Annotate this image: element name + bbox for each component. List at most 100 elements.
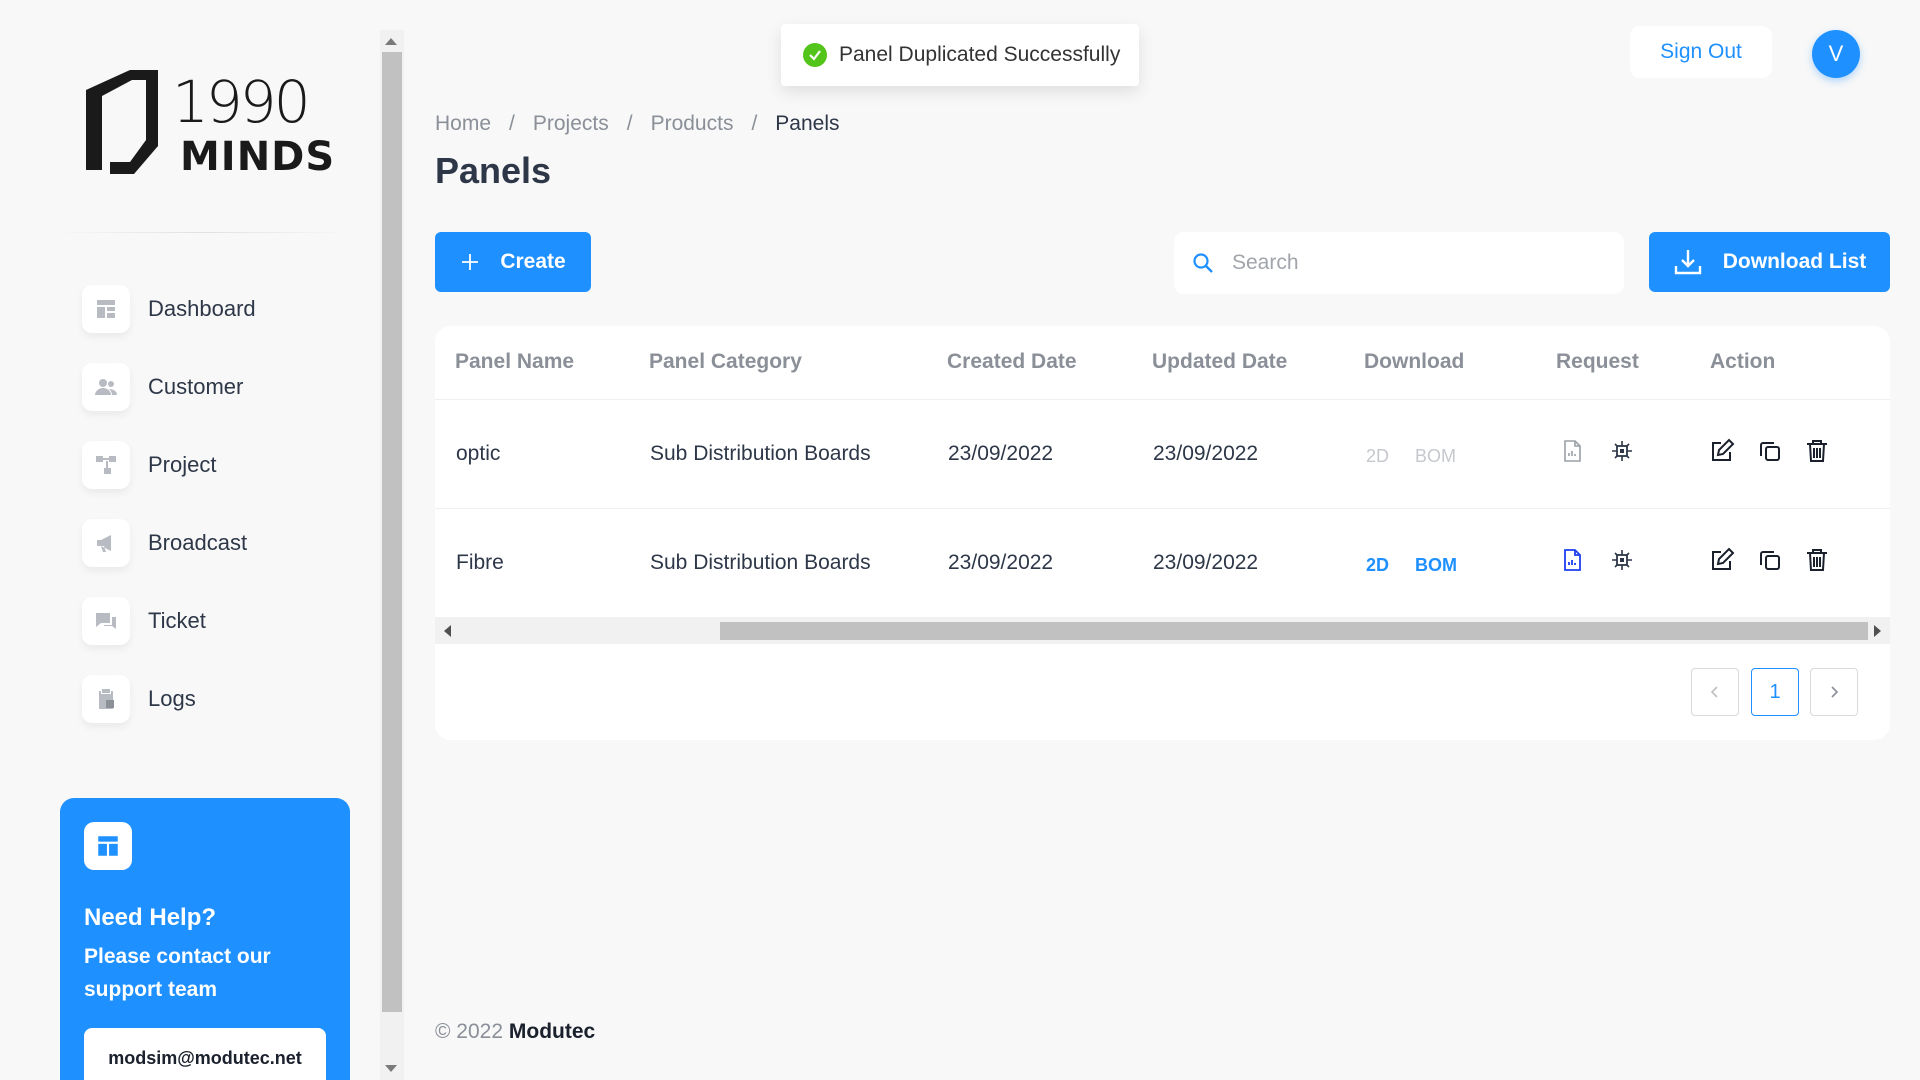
logo-text-1990: 1990	[172, 70, 308, 136]
column-header-action: Action	[1710, 350, 1776, 373]
brand-logo[interactable]: 1990 MINDS	[74, 70, 334, 180]
footer: © 2022 Modutec	[435, 1020, 595, 1044]
request-document-icon[interactable]	[1559, 547, 1585, 573]
column-header-panel-category[interactable]: Panel Category	[649, 350, 802, 374]
edit-icon[interactable]	[1709, 547, 1735, 573]
table-header: Panel Name Panel Category Created Date U…	[435, 326, 1890, 400]
sidebar: 1990 MINDS Dashboard Customer Project Br…	[0, 0, 380, 1080]
chevron-right-icon	[1831, 686, 1839, 698]
breadcrumb-separator: /	[751, 112, 758, 135]
sidebar-nav: Dashboard Customer Project Broadcast Tic…	[82, 270, 362, 738]
breadcrumb-separator: /	[626, 112, 633, 135]
scroll-right-arrow-icon[interactable]	[1874, 625, 1881, 637]
cell-created-date: 23/09/2022	[948, 442, 1054, 465]
scrollbar-thumb[interactable]	[720, 622, 1868, 640]
sidebar-item-customer[interactable]: Customer	[82, 348, 362, 426]
users-icon	[82, 363, 130, 411]
sidebar-scrollbar[interactable]	[380, 30, 404, 1080]
check-circle-icon	[803, 43, 827, 67]
edit-icon[interactable]	[1709, 438, 1735, 464]
sidebar-item-label: Customer	[148, 374, 244, 399]
download-bom-link: BOM	[1415, 446, 1457, 466]
sidebar-divider	[54, 232, 350, 233]
download-list-label: Download List	[1722, 250, 1867, 273]
column-header-updated-date[interactable]: Updated Date	[1152, 350, 1287, 374]
search-input[interactable]	[1232, 251, 1592, 275]
request-document-icon[interactable]	[1559, 438, 1585, 464]
sidebar-item-label: Ticket	[148, 608, 206, 633]
footer-company: Modutec	[508, 1020, 596, 1043]
cell-panel-category: Sub Distribution Boards	[650, 551, 871, 574]
sidebar-item-label: Broadcast	[148, 530, 248, 555]
breadcrumb-home[interactable]: Home	[435, 112, 491, 136]
sidebar-item-logs[interactable]: Logs	[82, 660, 362, 738]
help-title: Need Help?	[84, 904, 217, 931]
scroll-left-arrow-icon[interactable]	[444, 625, 451, 637]
sidebar-item-broadcast[interactable]: Broadcast	[82, 504, 362, 582]
sidebar-item-label: Logs	[148, 686, 196, 711]
cell-panel-name: Fibre	[456, 551, 504, 574]
cell-updated-date: 23/09/2022	[1153, 551, 1259, 574]
help-text: Please contact our support team	[84, 945, 271, 1001]
toast-message: Panel Duplicated Successfully	[839, 43, 1121, 66]
cell-created-date: 23/09/2022	[948, 551, 1054, 574]
megaphone-icon	[82, 519, 130, 567]
help-card: Need Help? Please contact our support te…	[60, 798, 350, 1080]
sidebar-item-dashboard[interactable]: Dashboard	[82, 270, 362, 348]
delete-icon[interactable]	[1804, 438, 1830, 464]
scroll-down-arrow-icon[interactable]	[385, 1065, 397, 1072]
support-email-button[interactable]: modsim@modutec.net	[84, 1028, 326, 1080]
column-header-panel-name[interactable]: Panel Name	[455, 350, 574, 374]
download-icon	[1674, 250, 1701, 275]
create-button[interactable]: Create	[435, 232, 591, 292]
pagination-page-button[interactable]: 1	[1751, 668, 1799, 716]
cell-updated-date: 23/09/2022	[1153, 442, 1259, 465]
footer-copyright: © 2022	[435, 1020, 504, 1043]
pagination-prev-button[interactable]	[1691, 668, 1739, 716]
cell-panel-category: Sub Distribution Boards	[650, 442, 871, 465]
download-2d-link[interactable]: 2D	[1366, 555, 1389, 576]
clipboard-icon	[82, 675, 130, 723]
column-header-created-date[interactable]: Created Date	[947, 350, 1077, 374]
breadcrumb: Home / Projects / Products / Panels	[435, 112, 840, 136]
logo-text-minds: MINDS	[180, 134, 334, 180]
breadcrumb-projects[interactable]: Projects	[533, 112, 609, 136]
scrollbar-thumb[interactable]	[382, 52, 402, 1012]
pagination-next-button[interactable]	[1810, 668, 1858, 716]
sidebar-item-label: Dashboard	[148, 296, 256, 321]
page-title: Panels	[435, 150, 552, 191]
download-2d-link: 2D	[1366, 446, 1390, 466]
dashboard-icon	[84, 822, 132, 870]
search-box[interactable]	[1174, 232, 1624, 294]
scroll-up-arrow-icon[interactable]	[385, 38, 397, 45]
sign-out-button[interactable]: Sign Out	[1630, 26, 1772, 78]
dashboard-icon	[82, 285, 130, 333]
panels-table-card: Panel Name Panel Category Created Date U…	[435, 326, 1890, 740]
table-row: optic Sub Distribution Boards 23/09/2022…	[435, 400, 1890, 509]
table-horizontal-scrollbar[interactable]	[435, 618, 1890, 644]
create-button-label: Create	[500, 250, 566, 273]
chevron-left-icon	[1710, 686, 1718, 698]
table-row: Fibre Sub Distribution Boards 23/09/2022…	[435, 509, 1890, 618]
delete-icon[interactable]	[1804, 547, 1830, 573]
request-bug-icon[interactable]	[1609, 438, 1635, 464]
column-header-download: Download	[1364, 350, 1465, 373]
download-bom-link[interactable]: BOM	[1415, 555, 1457, 576]
chat-icon	[82, 597, 130, 645]
breadcrumb-separator: /	[509, 112, 515, 135]
breadcrumb-products[interactable]: Products	[651, 112, 734, 136]
avatar[interactable]: V	[1812, 30, 1860, 78]
sidebar-item-project[interactable]: Project	[82, 426, 362, 504]
breadcrumb-panels: Panels	[775, 112, 840, 135]
project-icon	[82, 441, 130, 489]
sidebar-item-label: Project	[148, 452, 217, 477]
request-bug-icon[interactable]	[1609, 547, 1635, 573]
plus-icon	[462, 254, 479, 270]
download-list-button[interactable]: Download List	[1649, 232, 1890, 292]
duplicate-icon[interactable]	[1757, 547, 1783, 573]
success-toast: Panel Duplicated Successfully	[781, 24, 1139, 86]
duplicate-icon[interactable]	[1757, 438, 1783, 464]
search-icon	[1193, 253, 1213, 273]
column-header-request: Request	[1556, 350, 1639, 373]
sidebar-item-ticket[interactable]: Ticket	[82, 582, 362, 660]
